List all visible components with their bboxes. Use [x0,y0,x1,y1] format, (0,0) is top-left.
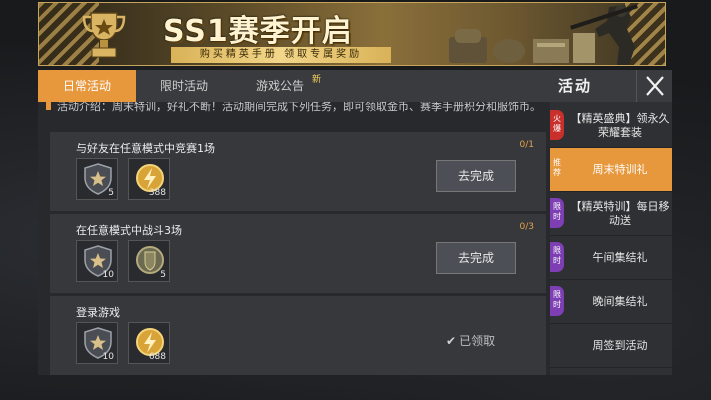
task-title: 与好友在任意模式中竞赛1场 [76,142,215,155]
banner-subtitle: 购买精英手册 领取专属奖励 [171,47,391,63]
panel-title: 活动 [558,77,593,95]
sidebar-item-weekend-training[interactable]: 推荐 周末特训礼 [550,148,672,192]
task-title: 在任意模式中战斗3场 [76,224,182,237]
sidebar-item-label: 周签到活动 [592,338,648,352]
task-row: 与好友在任意模式中竞赛1场 0/1 5 388 去完成 [50,132,546,211]
reward-item[interactable]: 5 [128,240,170,282]
sidebar-item-noon-gathering[interactable]: 限时 午间集结礼 [550,236,672,280]
limited-badge: 限时 [550,286,564,316]
task-progress: 0/1 [519,140,534,150]
sidebar-item-elite-festival[interactable]: 火爆 【精英盛典】领永久荣耀套装 [550,104,672,148]
sidebar-item-label: 周末特训礼 [592,162,648,176]
recommended-badge: 推荐 [550,154,564,184]
reward-count: 10 [102,352,114,362]
limited-badge: 限时 [550,198,564,228]
new-badge: 新 [312,75,322,85]
task-list[interactable]: 活动介绍：周末特训，好礼不断！活动期间完成下列任务，即可领取金币、赛季手册积分和… [38,102,550,375]
claimed-label: 已领取 [459,334,496,348]
activity-panel: 日常活动 限时活动 游戏公告 新 活动 活动介绍：周末特训，好礼不断！活动期间完… [38,70,672,375]
reward-count: 5 [160,270,166,280]
activity-sidebar: 火爆 【精英盛典】领永久荣耀套装 推荐 周末特训礼 限时 【精英特训】每日移动送… [550,102,672,375]
reward-item[interactable]: 388 [128,158,170,200]
tab-limited-activities[interactable]: 限时活动 [142,70,226,102]
task-row: 在任意模式中战斗3场 0/3 10 5 去完成 [50,214,546,293]
reward-count: 5 [108,188,114,198]
sidebar-item-evening-gathering[interactable]: 限时 晚间集结礼 [550,280,672,324]
task-row: 登录游戏 10 688 ✔ 已领取 [50,296,546,375]
sidebar-item-elite-training[interactable]: 限时 【精英特训】每日移动送 [550,192,672,236]
intro-text: 活动介绍：周末特训，好礼不断！活动期间完成下列任务，即可领取金币、赛季手册积分和… [57,102,541,113]
soldier-illustration [449,4,638,65]
reward-count: 10 [102,270,114,280]
sidebar-item-label: 晚间集结礼 [592,294,648,308]
reward-item[interactable]: 10 [76,240,118,282]
tab-bar: 日常活动 限时活动 游戏公告 新 活动 [38,70,672,102]
go-complete-button[interactable]: 去完成 [436,160,516,192]
tab-game-announcements[interactable]: 游戏公告 [238,70,322,102]
banner-title: SS1赛季开启 [163,14,353,49]
tab-daily-activities[interactable]: 日常活动 [38,70,136,102]
sidebar-item-label: 午间集结礼 [592,250,648,264]
reward-item[interactable]: 688 [128,322,170,364]
task-progress: 0/3 [519,222,534,232]
reward-count: 388 [148,188,166,198]
reward-count: 688 [148,352,166,362]
check-icon: ✔ [446,334,457,348]
claimed-status: ✔ 已领取 [446,332,495,349]
sidebar-item-weekly-signin[interactable]: 周签到活动 [550,324,672,368]
close-button[interactable] [636,70,673,102]
go-complete-button[interactable]: 去完成 [436,242,516,274]
sidebar-item-label: 【精英特训】每日移动送 [570,199,670,227]
season-banner[interactable]: SS1赛季开启 购买精英手册 领取专属奖励 [38,2,666,66]
trophy-icon [82,12,126,58]
reward-item[interactable]: 5 [76,158,118,200]
close-icon [646,76,664,96]
limited-badge: 限时 [550,242,564,272]
activity-intro: 活动介绍：周末特训，好礼不断！活动期间完成下列任务，即可领取金币、赛季手册积分和… [46,102,546,113]
sidebar-item-label: 【精英盛典】领永久荣耀套装 [570,111,670,139]
reward-item[interactable]: 10 [76,322,118,364]
task-title: 登录游戏 [76,306,120,319]
intro-marker [46,102,51,110]
hot-badge: 火爆 [550,110,564,140]
